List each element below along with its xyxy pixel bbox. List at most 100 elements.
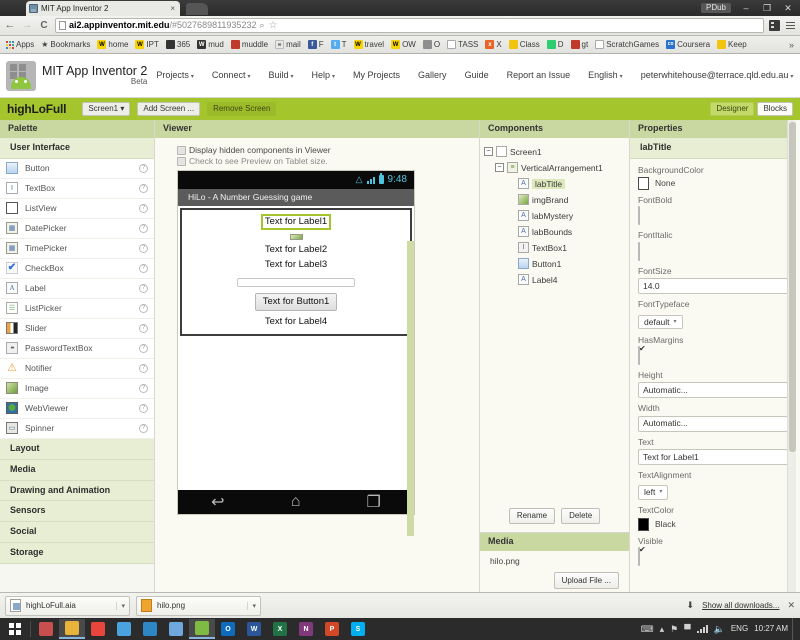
download-item[interactable]: highLoFull.aia ▾ [5, 595, 130, 616]
property-dropdown[interactable]: default ▾ [638, 314, 683, 329]
property-checkbox[interactable] [638, 206, 640, 226]
close-window-button[interactable]: ✕ [778, 1, 798, 15]
menu-help[interactable]: Help ▾ [303, 67, 345, 84]
tree-node-verticalarrangement1[interactable]: − ≡ VerticalArrangement1 [484, 160, 625, 176]
vertical-arrangement-1[interactable]: Text for Label1 Text for Label2 Text for… [180, 207, 412, 336]
bookmark-item[interactable]: Keep [714, 38, 750, 52]
tree-node-imgbrand[interactable]: imgBrand [484, 192, 625, 208]
tree-expander-icon[interactable]: − [484, 147, 493, 157]
lab-bounds-preview[interactable]: Text for Label3 [265, 259, 327, 271]
bookmark-item[interactable]: ★ Bookmarks [38, 38, 93, 52]
restore-button[interactable]: ❐ [757, 1, 777, 15]
blocks-button[interactable]: Blocks [757, 102, 793, 116]
img-brand-preview[interactable] [289, 233, 303, 240]
help-icon[interactable]: ? [139, 283, 148, 293]
battery-icon[interactable]: ▀ [684, 624, 690, 634]
property-color-picker[interactable]: None [638, 177, 788, 191]
chrome-menu-icon[interactable] [785, 20, 796, 31]
taskbar-onenote[interactable]: N [293, 619, 319, 639]
tree-expander-icon[interactable]: − [495, 163, 504, 173]
palette-category-media[interactable]: Media [0, 459, 154, 481]
bookmark-item[interactable]: muddle [228, 38, 271, 52]
rename-button[interactable]: Rename [508, 507, 556, 524]
network-icon[interactable] [696, 625, 708, 633]
palette-item-notifier[interactable]: ⚠ Notifier? [0, 359, 154, 379]
bookmark-item[interactable]: Wmud [194, 38, 227, 52]
new-tab-button[interactable] [186, 3, 208, 15]
bookmark-item[interactable]: ScratchGames [592, 38, 662, 52]
palette-category-sensors[interactable]: Sensors [0, 501, 154, 523]
show-hidden-icons-icon[interactable]: ▴ [660, 624, 665, 634]
search-icon[interactable]: ⌕ [259, 21, 264, 30]
palette-item-slider[interactable]: Slider? [0, 319, 154, 339]
taskbar-chrome[interactable] [85, 619, 111, 639]
clock[interactable]: 10:27 AM [754, 625, 788, 633]
bookmark-item[interactable]: O [420, 38, 443, 52]
button1-preview[interactable]: Text for Button1 [254, 293, 338, 311]
tree-node-labbounds[interactable]: AlabBounds [484, 224, 625, 240]
bookmark-item[interactable]: TASS [444, 38, 481, 52]
taskbar-onenote-green[interactable] [189, 619, 215, 639]
help-icon[interactable]: ? [139, 243, 148, 253]
help-icon[interactable]: ? [139, 163, 148, 173]
palette-category-layout[interactable]: Layout [0, 438, 154, 460]
remove-screen-button[interactable]: Remove Screen [207, 102, 277, 116]
taskbar-skype[interactable]: S [345, 619, 371, 639]
property-input[interactable]: Text for Label1 [638, 448, 788, 465]
taskbar-file-explorer[interactable] [59, 619, 85, 639]
help-icon[interactable]: ? [139, 323, 148, 333]
language-indicator[interactable]: ENG [731, 625, 748, 633]
bookmark-item[interactable]: ✉ mail [272, 38, 304, 52]
tree-node-label4[interactable]: A Label4 [484, 272, 625, 288]
add-screen-button[interactable]: Add Screen ... [137, 102, 201, 116]
property-input[interactable]: 14.0 [638, 278, 788, 295]
property-dropdown[interactable]: left ▾ [638, 485, 669, 500]
show-all-downloads-link[interactable]: Show all downloads... [702, 601, 779, 610]
phone-preview[interactable]: △ 9:48 HiLo - A Number Guessing game Tex… [177, 169, 415, 536]
taskbar-start-button[interactable] [2, 619, 28, 639]
bookmarks-overflow-icon[interactable]: » [786, 40, 797, 50]
taskbar-powerpoint[interactable]: P [319, 619, 345, 639]
help-icon[interactable]: ? [139, 403, 148, 413]
palette-item-passwordtextbox[interactable]: •• PasswordTextBox? [0, 339, 154, 359]
delete-button[interactable]: Delete [561, 507, 601, 524]
menu-my-projects[interactable]: My Projects [344, 67, 409, 84]
minimize-button[interactable]: – [736, 1, 756, 15]
tree-node-screen1[interactable]: − Screen1 [484, 144, 625, 160]
screen-selector-dropdown[interactable]: Screen1 ▾ [82, 102, 131, 116]
bookmark-item[interactable]: W IPT [132, 38, 161, 52]
upload-file-button[interactable]: Upload File ... [553, 572, 619, 589]
taskbar-outlook[interactable]: O [215, 619, 241, 639]
tree-node-labtitle[interactable]: AlabTitle [484, 176, 625, 192]
menu-connect[interactable]: Connect ▾ [203, 67, 260, 84]
property-input[interactable]: Automatic... [638, 382, 788, 399]
palette-item-label[interactable]: A Label? [0, 279, 154, 299]
help-icon[interactable]: ? [139, 203, 148, 213]
help-icon[interactable]: ? [139, 183, 148, 193]
taskbar-excel[interactable]: X [267, 619, 293, 639]
property-checkbox[interactable] [638, 546, 640, 566]
palette-item-spinner[interactable]: ▭ Spinner? [0, 419, 154, 439]
taskbar-link-tool[interactable] [137, 619, 163, 639]
palette-category-storage[interactable]: Storage [0, 543, 154, 565]
bookmark-item[interactable]: gt [568, 38, 592, 52]
menu-projects[interactable]: Projects ▾ [147, 67, 203, 84]
properties-scrollbar[interactable] [787, 120, 796, 596]
bookmark-item[interactable]: tT [328, 38, 350, 52]
palette-item-datepicker[interactable]: ▦ DatePicker? [0, 219, 154, 239]
taskbar-word[interactable]: W [241, 619, 267, 639]
help-icon[interactable]: ? [139, 363, 148, 373]
back-icon[interactable]: ← [4, 20, 16, 31]
property-input[interactable]: Automatic... [638, 415, 788, 432]
download-menu-icon[interactable]: ▾ [116, 601, 125, 610]
tablet-preview-checkbox[interactable] [177, 156, 186, 166]
property-checkbox[interactable] [638, 345, 640, 365]
bookmark-item[interactable]: Class [506, 38, 543, 52]
menu-english[interactable]: English ▾ [579, 67, 632, 84]
palette-item-checkbox[interactable]: ✔ CheckBox? [0, 259, 154, 279]
taskbar-snipping-tool[interactable] [163, 619, 189, 639]
menu-report-an-issue[interactable]: Report an Issue [498, 67, 580, 84]
keyboard-icon[interactable]: ⌨ [641, 624, 654, 634]
download-item[interactable]: hilo.png ▾ [136, 595, 261, 616]
screen-scrollbar[interactable] [407, 240, 414, 536]
